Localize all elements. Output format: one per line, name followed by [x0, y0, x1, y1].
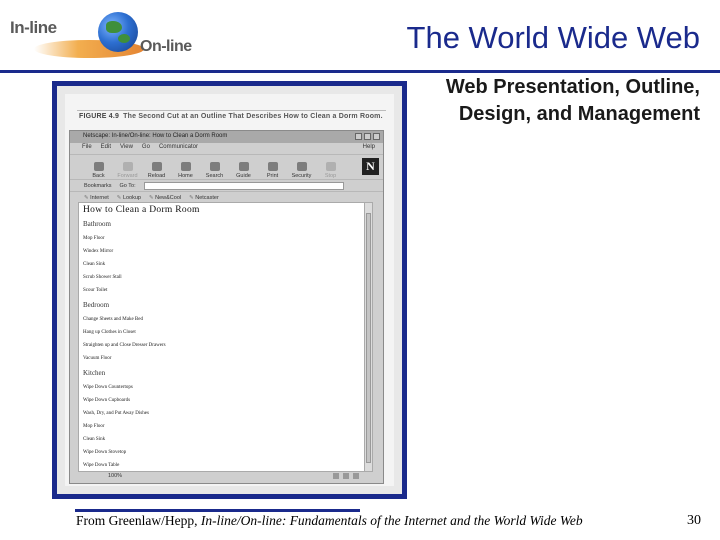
status-icons — [333, 473, 359, 479]
footer-prefix: From Greenlaw/Hepp, — [76, 513, 201, 528]
list-item: Wipe Down Table — [83, 463, 120, 468]
bookmarks-button[interactable]: Bookmarks — [84, 183, 112, 189]
reload-icon — [151, 162, 162, 171]
personal-lookup[interactable]: Lookup — [117, 195, 141, 201]
security-lock-icon — [296, 162, 307, 171]
globe-icon — [98, 12, 138, 52]
scrollbar-thumb[interactable] — [366, 213, 371, 463]
guide-icon — [238, 162, 249, 171]
search-label: Search — [205, 173, 224, 179]
footer-divider — [75, 509, 360, 512]
list-item: Wipe Down Countertops — [83, 385, 133, 390]
figure-caption-rule — [77, 110, 386, 111]
section-title: Bathroom — [83, 220, 111, 228]
list-item: Wipe Down Stovetop — [83, 450, 127, 455]
browser-window-title: Netscape: In-line/On-line: How to Clean … — [83, 133, 228, 139]
subtitle-line-2: Design, and Management — [458, 103, 700, 125]
status-composer-icon[interactable] — [353, 473, 359, 479]
goto-label: Go To: — [119, 182, 136, 189]
page-number: 30 — [687, 513, 701, 528]
logo-text-inline: In-line — [10, 18, 57, 37]
browser-statusbar: 100% — [78, 471, 373, 481]
security-button[interactable]: Security — [287, 156, 316, 179]
status-zoom: 100% — [108, 473, 123, 479]
list-item: Hang up Clothes in Closet — [83, 330, 136, 335]
page-heading: How to Clean a Dorm Room — [83, 205, 200, 215]
browser-menubar: File Edit View Go Communicator Help — [70, 143, 383, 154]
list-item: Change Sheets and Make Bed — [83, 317, 143, 322]
status-mail-icon[interactable] — [343, 473, 349, 479]
maximize-icon[interactable] — [364, 133, 371, 140]
back-arrow-icon — [93, 162, 104, 171]
security-label: Security — [291, 173, 312, 179]
stop-button[interactable]: Stop — [316, 156, 345, 179]
personal-new-cool[interactable]: New&Cool — [149, 195, 181, 201]
menu-communicator[interactable]: Communicator — [159, 144, 198, 154]
list-item: Scrub Shower Stall — [83, 275, 122, 280]
stop-icon — [325, 162, 336, 171]
list-item: Mop Floor — [83, 236, 105, 241]
minimize-icon[interactable] — [355, 133, 362, 140]
netscape-logo-icon[interactable]: N — [362, 158, 379, 175]
menu-edit[interactable]: Edit — [101, 144, 111, 154]
slide-subtitle: Web Presentation, Outline, Design, and M… — [380, 74, 700, 128]
list-item: Windex Mirror — [83, 249, 114, 254]
figure-caption: FIGURE 4.9 The Second Cut at an Outline T… — [79, 113, 383, 120]
section-title: Bedroom — [83, 301, 110, 309]
location-input[interactable] — [143, 181, 344, 190]
navigation-toolbar: Back Forward Reload Home Search Guide Pr… — [70, 154, 383, 179]
location-toolbar: Bookmarks Go To: — [70, 179, 383, 191]
footer-book-title: In-line/On-line: Fundamentals of the Int… — [200, 513, 583, 528]
search-icon — [209, 162, 220, 171]
reload-label: Reload — [147, 173, 166, 179]
print-icon — [267, 162, 278, 171]
print-button[interactable]: Print — [258, 156, 287, 179]
home-icon — [180, 162, 191, 171]
personal-internet[interactable]: Internet — [84, 195, 109, 201]
logo-text-online: On-line — [140, 38, 192, 55]
menu-go[interactable]: Go — [142, 144, 150, 154]
close-icon[interactable] — [373, 133, 380, 140]
menu-file[interactable]: File — [82, 144, 92, 154]
back-label: Back — [92, 173, 105, 179]
personal-netcaster[interactable]: Netcaster — [189, 195, 219, 201]
page-viewport: How to Clean a Dorm Room Bathroom Mop Fl… — [78, 202, 373, 472]
subtitle-line-1: Web Presentation, Outline, — [445, 76, 700, 98]
slide-title: The World Wide Web — [406, 20, 700, 55]
list-item: Wipe Down Cupboards — [83, 398, 131, 403]
section-title: Kitchen — [83, 369, 106, 377]
forward-arrow-icon — [122, 162, 133, 171]
guide-label: Guide — [236, 173, 251, 179]
back-button[interactable]: Back — [84, 156, 113, 179]
window-controls — [355, 133, 380, 140]
menu-view[interactable]: View — [120, 144, 133, 154]
list-item: Wash, Dry, and Put Away Dishes — [83, 411, 149, 416]
list-item: Vacuum Floor — [83, 356, 112, 361]
guide-button[interactable]: Guide — [229, 156, 258, 179]
in-line-on-line-logo: In-line On-line — [4, 4, 200, 66]
home-label: Home — [178, 173, 193, 179]
list-item: Mop Floor — [83, 424, 105, 429]
figure-caption-text: The Second Cut at an Outline That Descri… — [123, 113, 383, 120]
forward-button[interactable]: Forward — [113, 156, 142, 179]
list-item: Clean Sink — [83, 437, 106, 442]
browser-titlebar[interactable]: Netscape: In-line/On-line: How to Clean … — [70, 131, 383, 143]
vertical-scrollbar[interactable] — [364, 203, 372, 471]
list-item: Clean Sink — [83, 262, 106, 267]
search-button[interactable]: Search — [200, 156, 229, 179]
menu-help[interactable]: Help — [363, 144, 375, 150]
netscape-browser-window: Netscape: In-line/On-line: How to Clean … — [69, 130, 384, 484]
stop-label: Stop — [324, 173, 337, 179]
print-label: Print — [266, 173, 279, 179]
list-item: Scour Toilet — [83, 288, 108, 293]
title-divider — [0, 70, 720, 73]
status-security-icon[interactable] — [333, 473, 339, 479]
footer-citation: From Greenlaw/Hepp, In-line/On-line: Fun… — [76, 513, 583, 529]
forward-label: Forward — [117, 173, 138, 179]
figure-label: FIGURE 4.9 — [79, 113, 120, 120]
list-item: Straighten up and Close Dresser Drawers — [83, 343, 166, 348]
reload-button[interactable]: Reload — [142, 156, 171, 179]
home-button[interactable]: Home — [171, 156, 200, 179]
